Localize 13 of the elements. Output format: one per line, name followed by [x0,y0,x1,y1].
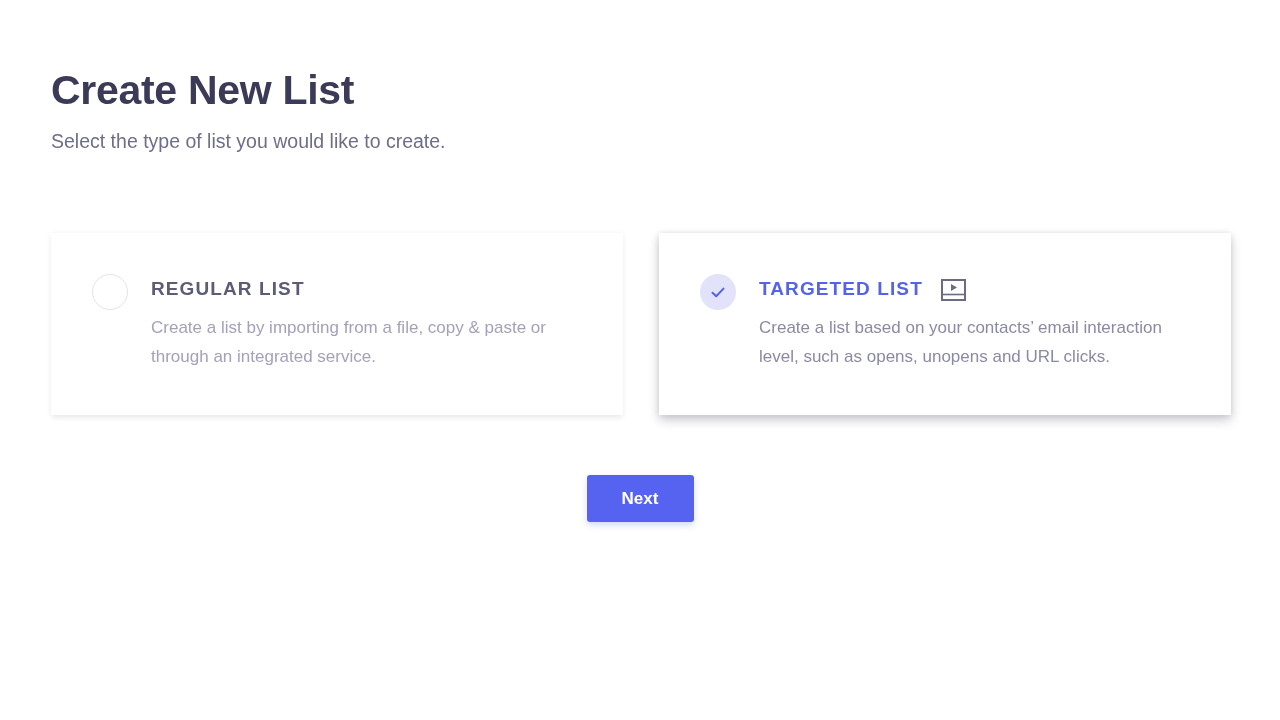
page-title: Create New List [51,66,356,115]
list-type-card[interactable]: TARGETED LIST Create a list based on your contacts’ email interaction level, such as opens, unopens and URL clicks. [659,233,1231,415]
video-icon[interactable] [940,279,966,301]
option-description: Create a list by importing from a file, copy & paste or through an integrated service. [151,317,547,368]
check-icon [711,286,725,298]
option-title: TARGETED LIST [759,277,923,301]
radio-button[interactable] [92,274,128,310]
next-button[interactable]: Next [586,475,694,522]
page-subtitle: Select the type of list you would like to create. [51,129,447,153]
option-description: Create a list based on your contacts’ email interaction level, such as opens, unopens and URL clicks. [759,317,1163,368]
radio-button[interactable] [700,274,736,310]
option-title: REGULAR LIST [151,277,305,301]
list-type-card[interactable]: REGULAR LIST Create a list by importing from a file, copy & paste or through an integrated service. [51,233,623,415]
